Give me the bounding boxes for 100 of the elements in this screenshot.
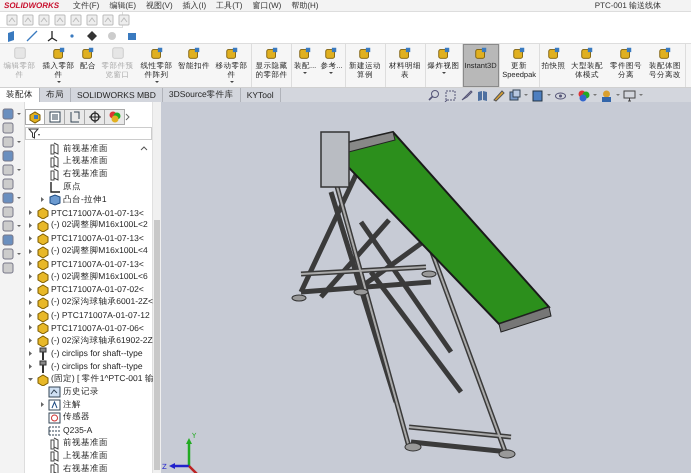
expand-arrow-icon[interactable] <box>27 298 34 306</box>
caret-icon[interactable] <box>638 94 643 96</box>
tool-icon[interactable] <box>2 122 14 134</box>
caret-icon[interactable] <box>17 169 21 171</box>
expand-arrow-icon[interactable] <box>27 350 34 357</box>
expand-arrow-icon[interactable] <box>27 286 34 293</box>
menu-item[interactable]: 文件(F) <box>73 0 100 11</box>
scrollbar[interactable] <box>152 102 161 473</box>
tree-item[interactable]: PTC171007A-01-07-13< <box>51 208 144 218</box>
menu-item[interactable]: 插入(I) <box>182 0 206 11</box>
tree-item[interactable]: (固定) [ 零件1^PTC-001 输 <box>51 373 154 386</box>
panel-tab[interactable] <box>45 109 65 126</box>
menu-item[interactable]: 视图(V) <box>146 0 173 11</box>
tree-item[interactable]: 上视基准面 <box>63 450 108 462</box>
caret-icon[interactable] <box>17 113 21 115</box>
collapse-icon[interactable] <box>140 145 148 152</box>
tool-icon[interactable] <box>2 248 14 260</box>
tool-icon[interactable] <box>2 178 14 190</box>
caret-icon[interactable] <box>570 94 574 96</box>
caret-icon[interactable] <box>17 141 21 143</box>
menu-item[interactable]: 编辑(E) <box>109 0 136 11</box>
filter-field[interactable] <box>25 127 152 140</box>
expand-arrow-icon[interactable] <box>27 273 34 280</box>
caret-icon[interactable] <box>616 94 620 96</box>
tool-icon[interactable] <box>2 206 14 218</box>
filter-icon <box>28 128 42 140</box>
part-icon <box>36 308 49 322</box>
tree-item[interactable]: PTC171007A-01-07-06< <box>51 322 144 333</box>
tool-icon[interactable] <box>2 262 14 274</box>
tree-item[interactable]: (-) 02深沟球轴承61902-2Z <box>51 334 153 347</box>
expand-arrow-icon[interactable] <box>27 222 34 229</box>
panel-tab[interactable] <box>25 109 45 126</box>
expand-arrow-icon[interactable] <box>27 312 34 319</box>
tree-item[interactable]: PTC171007A-01-07-13< <box>51 258 144 269</box>
tool-icon[interactable] <box>2 164 14 176</box>
tree-item[interactable]: (-) circlips for shaft--type <box>51 361 143 372</box>
sensor-icon <box>48 410 61 424</box>
tree-item[interactable]: (-) 02调整脚M16x100L<4 <box>51 245 148 258</box>
tree-item[interactable]: Q235-A <box>63 425 92 436</box>
caret-icon[interactable] <box>592 94 597 96</box>
caret-icon[interactable] <box>524 94 528 96</box>
expand-arrow-icon[interactable] <box>39 401 46 408</box>
tree-item[interactable]: (-) 02深沟球轴承6001-2Z< <box>51 296 153 308</box>
tree-item[interactable]: 前视基准面 <box>63 437 108 449</box>
tree-item[interactable]: PTC171007A-01-07-02< <box>51 284 144 294</box>
tree-item[interactable]: 右视基准面 <box>63 462 108 473</box>
caret-icon[interactable] <box>546 94 551 96</box>
panel-tab[interactable] <box>85 109 105 126</box>
tree-item[interactable]: 前视基准面 <box>63 142 108 155</box>
part-icon <box>36 372 49 386</box>
menu-item[interactable]: 工具(T) <box>216 0 242 11</box>
tree-item[interactable]: 右视基准面 <box>63 168 108 180</box>
tab[interactable]: 装配体 <box>0 88 40 102</box>
tool-icon[interactable] <box>2 234 14 246</box>
caret-icon[interactable] <box>17 225 21 227</box>
expand-arrow-icon[interactable] <box>27 248 34 255</box>
menu-item[interactable]: 窗口(W) <box>252 0 282 11</box>
expand-arrow-icon[interactable] <box>27 260 34 268</box>
tree-item[interactable]: PTC171007A-01-07-13< <box>51 233 144 244</box>
tool-icon[interactable] <box>2 150 14 162</box>
property-list-icon <box>48 110 62 124</box>
tree-item[interactable]: (-) 02调整脚M16x100L<2 <box>51 219 148 232</box>
caret-icon[interactable] <box>17 253 21 255</box>
tree-item[interactable]: (-) circlips for shaft--type <box>51 348 143 358</box>
tree-item[interactable]: (-) PTC171007A-01-07-12 <box>51 310 150 320</box>
expand-arrow-icon[interactable] <box>27 324 34 332</box>
monitor-icon[interactable] <box>622 88 636 102</box>
panel-tab[interactable] <box>65 109 85 126</box>
tree-item[interactable]: 注解 <box>63 398 81 411</box>
crosshair-icon <box>88 110 102 124</box>
tool-icon[interactable] <box>2 136 14 148</box>
chevron-icon[interactable] <box>125 113 131 122</box>
tool-icon[interactable] <box>2 192 14 204</box>
part-icon <box>36 282 49 296</box>
tree-item[interactable]: 历史记录 <box>63 386 99 398</box>
expand-arrow-icon[interactable] <box>39 196 46 204</box>
display-style-icon[interactable] <box>530 88 544 102</box>
tool-icon <box>12 46 26 60</box>
expand-arrow-icon[interactable] <box>27 234 34 242</box>
toolbar-icon[interactable] <box>46 30 58 42</box>
tool-icon[interactable] <box>2 108 14 120</box>
tree-item[interactable]: 上视基准面 <box>63 155 108 168</box>
appearance-icon[interactable] <box>576 88 590 102</box>
tree-item[interactable]: 凸台-拉伸1 <box>63 194 107 206</box>
tool-icon[interactable] <box>2 220 14 232</box>
expand-arrow-icon[interactable] <box>27 337 34 344</box>
expand-arrow-icon[interactable] <box>27 362 34 370</box>
tree-item[interactable]: (-) 02调整脚M16x100L<6 <box>51 270 148 283</box>
feature-tree-icon <box>28 110 42 124</box>
caret-icon[interactable] <box>17 197 21 199</box>
tree-item[interactable]: 原点 <box>63 181 81 194</box>
tool-icon <box>398 46 412 60</box>
expand-arrow-icon[interactable] <box>27 209 34 216</box>
view-orientation-icon[interactable] <box>508 88 521 102</box>
tree-item[interactable]: 传感器 <box>63 411 90 424</box>
tool-icon <box>264 46 278 60</box>
menu-item[interactable]: 帮助(H) <box>291 0 318 11</box>
plane-icon <box>48 168 61 181</box>
scrollbar-thumb[interactable] <box>154 220 160 470</box>
collapse-arrow-icon[interactable] <box>27 376 34 383</box>
